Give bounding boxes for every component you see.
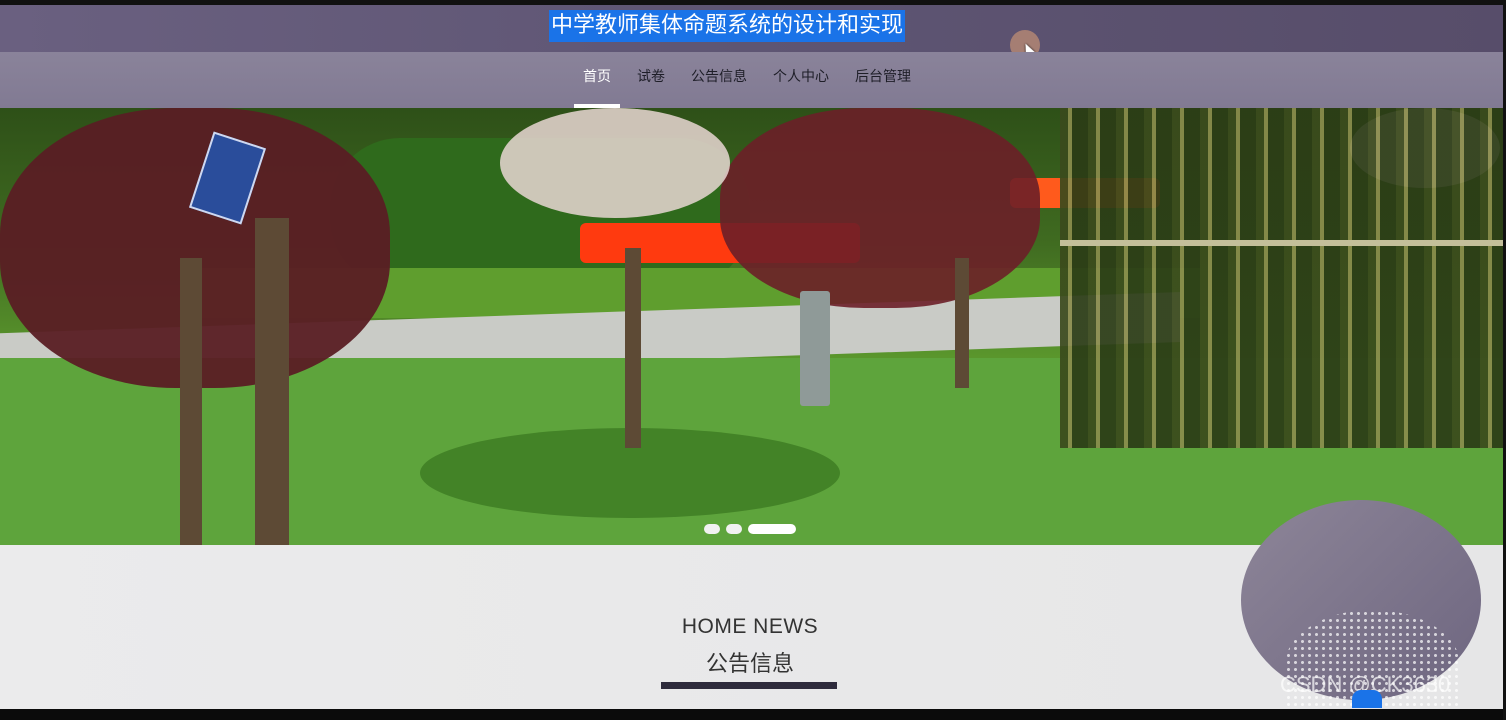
nav-item-profile[interactable]: 个人中心 [760,52,842,108]
banner-lamp-post [800,291,830,406]
browser-viewport: 中学教师集体命题系统的设计和实现 首页 试卷 公告信息 个人中心 后台管理 HO… [0,5,1503,709]
nav-item-announcements[interactable]: 公告信息 [678,52,760,108]
carousel-dot-2[interactable] [726,524,742,534]
carousel-banner[interactable] [0,108,1503,545]
banner-trunk [625,248,641,448]
banner-trunk [255,218,289,545]
title-bar: 中学教师集体命题系统的设计和实现 [0,5,1503,60]
site-title: 中学教师集体命题系统的设计和实现 [549,10,906,42]
nav-item-papers[interactable]: 试卷 [624,52,678,108]
floating-button[interactable] [1352,690,1382,708]
screen-bottom-edge [0,709,1506,720]
carousel-dot-3[interactable] [748,524,796,534]
banner-trunk [955,258,969,388]
main-nav: 首页 试卷 公告信息 个人中心 后台管理 [570,52,924,108]
banner-tree [720,108,1040,308]
nav-item-home[interactable]: 首页 [570,52,624,108]
banner-bamboo [1060,108,1503,448]
carousel-indicators [704,524,796,534]
nav-item-admin[interactable]: 后台管理 [842,52,924,108]
nav-bar: 首页 试卷 公告信息 个人中心 后台管理 [0,52,1503,108]
news-heading-cn: 公告信息 [705,652,794,677]
banner-blossom [500,108,730,218]
banner-trunk [180,258,202,545]
heading-underline [661,682,837,689]
news-heading-en: HOME NEWS [681,615,819,638]
carousel-dot-1[interactable] [704,524,720,534]
home-news-section: HOME NEWS 公告信息 [0,500,1503,709]
banner-fence [1060,240,1503,246]
